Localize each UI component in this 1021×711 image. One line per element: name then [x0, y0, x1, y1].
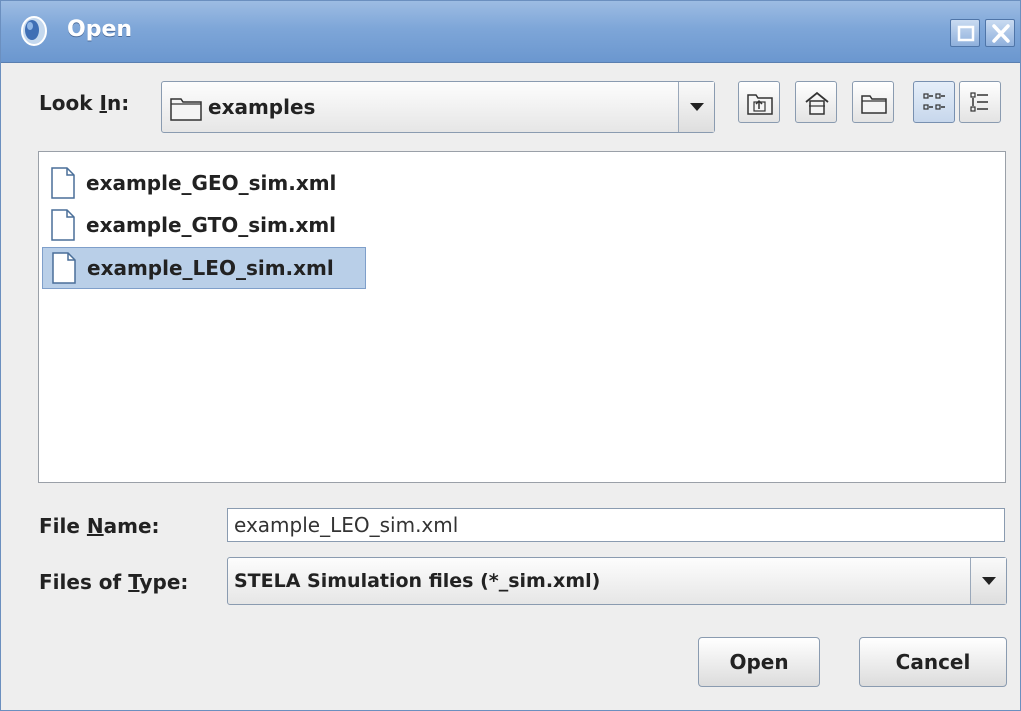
- file-name-label: example_GEO_sim.xml: [86, 171, 337, 195]
- list-view-icon: [923, 93, 945, 110]
- details-view-icon: [970, 92, 988, 112]
- look-in-dropdown-arrow[interactable]: [678, 82, 714, 132]
- file-type-value: STELA Simulation files (*_sim.xml): [234, 570, 601, 592]
- file-icon: [51, 167, 75, 199]
- open-button[interactable]: Open: [698, 637, 820, 687]
- file-item-gto[interactable]: example_GTO_sim.xml: [42, 204, 344, 246]
- file-type-label: Files of Type:: [39, 570, 189, 594]
- close-button[interactable]: [985, 19, 1015, 47]
- close-icon: [992, 24, 1010, 43]
- file-item-leo-selected[interactable]: example_LEO_sim.xml: [42, 247, 366, 289]
- window-title: Open: [67, 17, 133, 42]
- home-icon: [805, 91, 829, 115]
- details-view-button[interactable]: [959, 81, 1001, 123]
- file-name-input[interactable]: example_LEO_sim.xml: [227, 508, 1005, 542]
- up-one-level-button[interactable]: [738, 81, 780, 123]
- file-name-label: example_LEO_sim.xml: [87, 256, 334, 280]
- look-in-value: examples: [208, 95, 316, 119]
- file-type-combo[interactable]: STELA Simulation files (*_sim.xml): [227, 557, 1007, 605]
- file-list[interactable]: example_GEO_sim.xml example_GTO_sim.xml …: [38, 151, 1006, 483]
- chevron-down-icon: [982, 577, 996, 585]
- file-item-geo[interactable]: example_GEO_sim.xml: [42, 162, 344, 204]
- up-one-level-icon: [747, 94, 773, 115]
- new-folder-button[interactable]: [852, 81, 894, 123]
- file-name-label: example_GTO_sim.xml: [86, 213, 337, 237]
- new-folder-icon: [861, 95, 887, 114]
- maximize-icon: [957, 25, 975, 42]
- open-dialog: Open Look In: examples example_GEO_sim.x…: [0, 0, 1021, 711]
- folder-icon: [170, 95, 202, 125]
- chevron-down-icon: [690, 103, 704, 111]
- list-view-button[interactable]: [913, 81, 955, 123]
- file-icon: [52, 252, 76, 284]
- file-type-dropdown-arrow[interactable]: [970, 558, 1006, 604]
- maximize-button[interactable]: [950, 19, 980, 47]
- file-icon: [51, 209, 75, 241]
- file-name-label: File Name:: [39, 514, 160, 538]
- cancel-button[interactable]: Cancel: [859, 637, 1007, 687]
- title-bar[interactable]: Open: [1, 1, 1020, 63]
- home-button[interactable]: [795, 81, 837, 123]
- look-in-label: Look In:: [39, 91, 130, 115]
- look-in-combo[interactable]: examples: [161, 81, 715, 133]
- app-globe-icon: [19, 15, 49, 47]
